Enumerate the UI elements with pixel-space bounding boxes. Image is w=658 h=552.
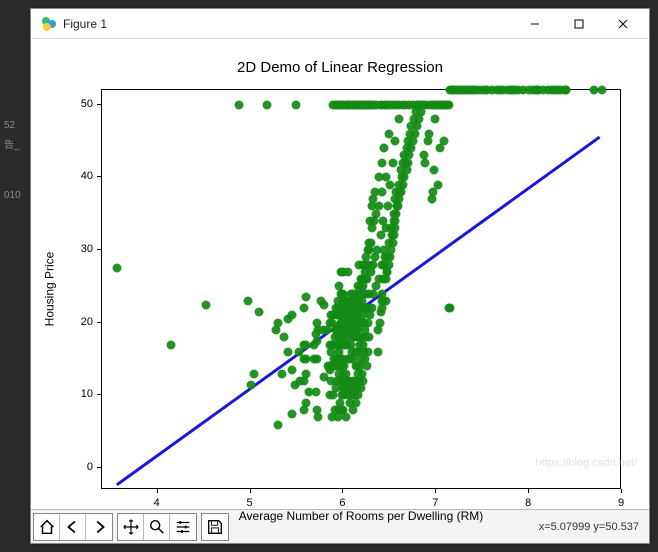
data-point	[274, 420, 283, 429]
data-point	[312, 336, 321, 345]
data-point	[314, 413, 323, 422]
data-point	[235, 100, 244, 109]
data-point	[288, 409, 297, 418]
data-point	[358, 376, 367, 385]
data-point	[274, 318, 283, 327]
plot-canvas[interactable]: 2D Demo of Linear Regression Housing Pri…	[31, 39, 649, 509]
data-point	[378, 187, 387, 196]
data-point	[311, 387, 320, 396]
data-point	[374, 202, 383, 211]
data-point	[395, 115, 404, 124]
close-button[interactable]	[601, 10, 645, 38]
data-point	[562, 86, 571, 95]
data-point	[421, 158, 430, 167]
home-button[interactable]	[34, 514, 60, 540]
data-point	[312, 355, 321, 364]
data-point	[434, 180, 443, 189]
data-point	[250, 369, 259, 378]
data-point	[342, 413, 351, 422]
data-point	[430, 166, 439, 175]
data-point	[319, 300, 328, 309]
data-point	[390, 136, 399, 145]
x-axis-label: Average Number of Rooms per Dwelling (RM…	[101, 509, 621, 523]
axes-area	[101, 89, 621, 489]
minimize-button[interactable]	[513, 10, 557, 38]
data-point	[431, 115, 440, 124]
data-point	[344, 267, 353, 276]
data-point	[382, 296, 391, 305]
data-point	[166, 340, 175, 349]
data-point	[363, 347, 372, 356]
data-point	[373, 347, 382, 356]
data-point	[283, 347, 292, 356]
data-point	[278, 369, 287, 378]
data-point	[445, 100, 454, 109]
data-point	[380, 144, 389, 153]
data-point	[302, 398, 311, 407]
data-point	[375, 318, 384, 327]
data-point	[288, 311, 297, 320]
data-point	[299, 304, 308, 313]
data-point	[243, 296, 252, 305]
data-point	[288, 366, 297, 375]
data-point	[362, 362, 371, 371]
y-ticks: 01020304050	[31, 89, 101, 489]
figure-window: Figure 1 2D Demo of Linear Regression Ho…	[30, 8, 650, 544]
data-point	[280, 333, 289, 342]
data-point	[365, 333, 374, 342]
data-point	[302, 293, 311, 302]
chart-title: 2D Demo of Linear Regression	[31, 59, 649, 76]
data-point	[246, 380, 255, 389]
data-point	[263, 100, 272, 109]
data-point	[292, 100, 301, 109]
data-point	[254, 307, 263, 316]
data-point	[597, 86, 606, 95]
window-title: Figure 1	[63, 17, 107, 31]
data-point	[439, 136, 448, 145]
maximize-button[interactable]	[557, 10, 601, 38]
data-point	[424, 129, 433, 138]
app-icon	[41, 16, 57, 32]
back-button[interactable]	[60, 514, 86, 540]
data-point	[377, 158, 386, 167]
data-point	[302, 369, 311, 378]
data-point	[112, 264, 121, 273]
data-point	[446, 304, 455, 313]
titlebar[interactable]: Figure 1	[31, 9, 649, 39]
data-point	[202, 300, 211, 309]
data-point	[388, 158, 397, 167]
